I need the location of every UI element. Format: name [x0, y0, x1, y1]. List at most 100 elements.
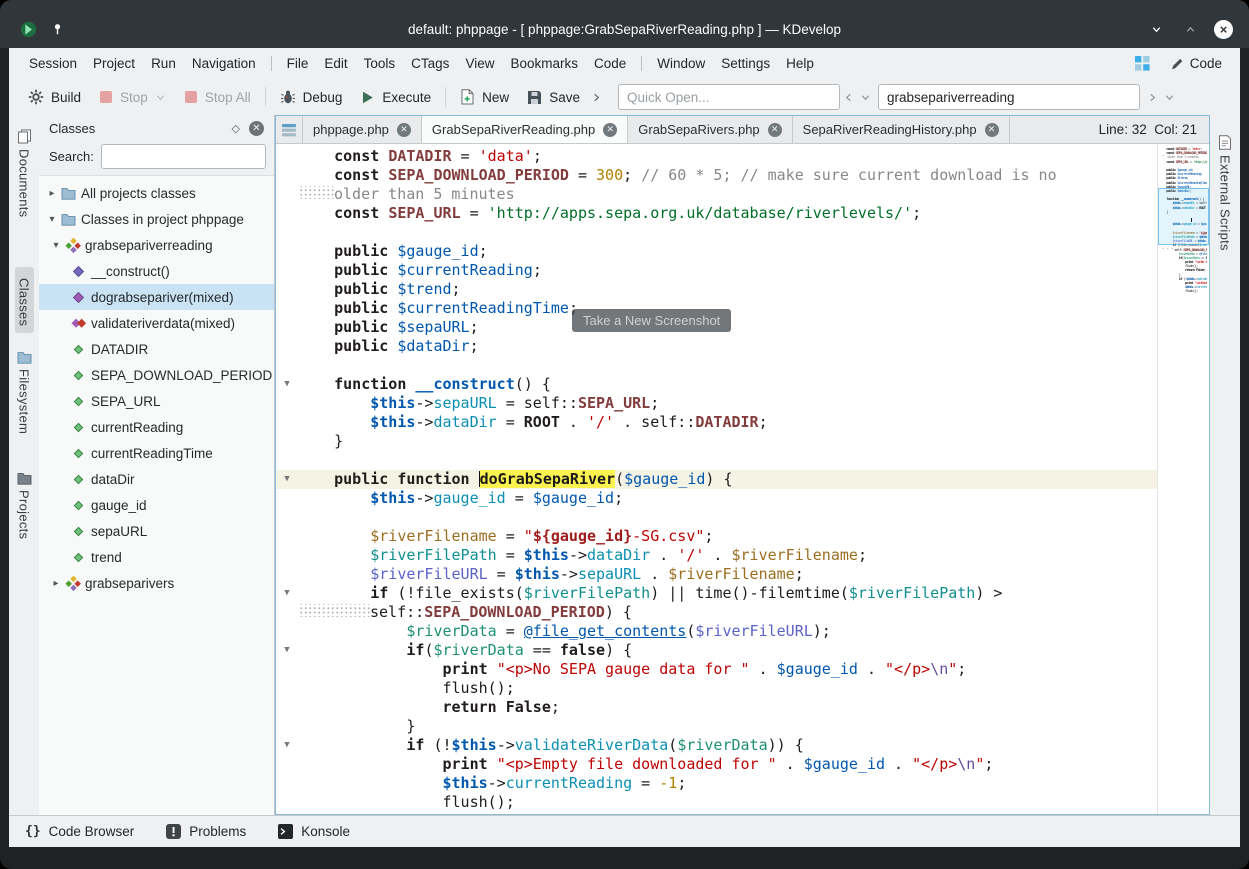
code-token: -1 — [659, 774, 677, 792]
code-token: $riverData — [677, 736, 767, 754]
code-token: } — [298, 432, 343, 450]
toolbar-search-input[interactable] — [878, 84, 1140, 110]
chevron-down-icon[interactable] — [1164, 92, 1175, 103]
minimize-button[interactable] — [1146, 19, 1166, 39]
tree-item-all-projects-classes[interactable]: ▸All projects classes — [39, 180, 274, 206]
toolview-button-code-browser[interactable]: {}Code Browser — [25, 824, 134, 839]
tree-item-dograbsepariver-mixed[interactable]: dograbsepariver(mixed) — [39, 284, 274, 310]
classes-panel: Classes ◇ ✕ Search: ▸All projects classe… — [39, 115, 275, 815]
area-grid-icon[interactable] — [1135, 56, 1150, 71]
sidebar-tab-filesystem[interactable]: Filesystem — [15, 345, 34, 440]
tab-close-icon[interactable]: ✕ — [768, 123, 782, 137]
toolview-button-problems[interactable]: Problems — [166, 824, 246, 839]
save-button[interactable]: Save — [518, 84, 589, 111]
menu-settings[interactable]: Settings — [713, 50, 778, 77]
document-list-icon[interactable] — [276, 116, 303, 143]
tree-item-grabseparivers[interactable]: ▸grabseparivers — [39, 570, 274, 596]
code-token: $currentReading — [397, 261, 532, 279]
chevron-left-icon[interactable] — [843, 92, 854, 103]
working-area-button[interactable]: Code — [1170, 56, 1222, 71]
fold-marker-icon[interactable]: ▼ — [276, 584, 298, 603]
tree-item-classes-in-project-phppage[interactable]: ▾Classes in project phppage — [39, 206, 274, 232]
documents-icon — [17, 129, 32, 144]
chevron-down-icon[interactable] — [860, 92, 871, 103]
chevron-right-icon[interactable] — [1147, 92, 1158, 103]
build-button[interactable]: Build — [19, 83, 90, 111]
menu-code[interactable]: Code — [586, 50, 634, 77]
tree-item-currentreading[interactable]: currentReading — [39, 414, 274, 440]
tree-item-datadir[interactable]: dataDir — [39, 466, 274, 492]
expand-arrow-icon[interactable]: ▸ — [49, 578, 63, 589]
menu-help[interactable]: Help — [778, 50, 822, 77]
sidebar-tab-classes[interactable]: Classes — [15, 267, 34, 332]
sidebar-tab-external-scripts[interactable]: External Scripts — [1216, 129, 1235, 257]
code-token: = — [497, 622, 524, 640]
tab-close-icon[interactable]: ✕ — [603, 123, 617, 137]
debug-button[interactable]: Debug — [271, 83, 352, 111]
expand-arrow-icon[interactable]: ▸ — [45, 188, 59, 199]
tab-grabsepariverreading-php[interactable]: GrabSepaRiverReading.php✕ — [422, 116, 628, 143]
tree-item-grabsepariverreading[interactable]: ▾grabsepariverreading — [39, 232, 274, 258]
menu-bookmarks[interactable]: Bookmarks — [502, 50, 586, 77]
fold-marker-icon[interactable]: ▼ — [276, 470, 298, 489]
tree-item-sepa-url[interactable]: SEPA_URL — [39, 388, 274, 414]
pin-icon[interactable] — [51, 22, 64, 36]
menu-run[interactable]: Run — [143, 50, 184, 77]
quick-open-input[interactable] — [618, 84, 840, 110]
menu-session[interactable]: Session — [21, 50, 85, 77]
code-token — [298, 261, 334, 279]
menu-tools[interactable]: Tools — [356, 50, 404, 77]
classes-search-input[interactable] — [101, 144, 266, 169]
fold-marker-icon[interactable]: ▼ — [276, 736, 298, 755]
tree-item-sepaurl[interactable]: sepaURL — [39, 518, 274, 544]
menu-project[interactable]: Project — [85, 50, 143, 77]
fold-marker-icon[interactable]: ▼ — [276, 641, 298, 660]
code-line-text: flush(); — [298, 793, 1157, 812]
tab-separiverreadinghistory-php[interactable]: SepaRiverReadingHistory.php✕ — [793, 116, 1010, 143]
tree-item-construct[interactable]: __construct() — [39, 258, 274, 284]
code-token — [298, 375, 334, 393]
close-panel-icon[interactable]: ✕ — [249, 121, 264, 136]
menu-window[interactable]: Window — [649, 50, 713, 77]
menu-file[interactable]: File — [279, 50, 317, 77]
code-token: " — [948, 660, 957, 678]
collapse-arrow-icon[interactable]: ▾ — [45, 214, 59, 225]
code-token: public — [334, 242, 388, 260]
maximize-button[interactable] — [1180, 19, 1200, 39]
minimap-viewport[interactable] — [1158, 188, 1209, 245]
execute-button[interactable]: Execute — [351, 84, 440, 111]
stop-all-button[interactable]: Stop All — [175, 84, 260, 111]
tree-item-sepa-download-period[interactable]: SEPA_DOWNLOAD_PERIOD — [39, 362, 274, 388]
toolview-button-konsole[interactable]: Konsole — [278, 824, 350, 839]
code-editor[interactable]: const DATADIR = 'data'; const SEPA_DOWNL… — [276, 144, 1157, 814]
code-token: // 60 * 5; // make sure current download… — [641, 166, 1056, 184]
tab-close-icon[interactable]: ✕ — [397, 123, 411, 137]
menu-navigation[interactable]: Navigation — [184, 50, 264, 77]
collapse-arrow-icon[interactable]: ▾ — [49, 240, 63, 251]
code-token: false — [560, 641, 605, 659]
tab-phppage-php[interactable]: phppage.php✕ — [303, 116, 422, 143]
fold-marker-icon[interactable]: ▼ — [276, 375, 298, 394]
menu-view[interactable]: View — [457, 50, 502, 77]
float-panel-icon[interactable]: ◇ — [232, 122, 240, 135]
tab-grabseparivers-php[interactable]: GrabSepaRivers.php✕ — [628, 116, 792, 143]
code-line: ▼ if (!$this->validateRiverData($riverDa… — [276, 736, 1157, 755]
titlebar[interactable]: default: phppage - [ phppage:GrabSepaRiv… — [0, 0, 1249, 48]
code-token: '/' — [677, 546, 704, 564]
field-green-icon — [69, 448, 88, 459]
tab-close-icon[interactable]: ✕ — [985, 123, 999, 137]
sidebar-tab-documents[interactable]: Documents — [15, 123, 34, 223]
sidebar-tab-projects[interactable]: Projects — [15, 466, 34, 545]
tree-item-datadir[interactable]: DATADIR — [39, 336, 274, 362]
new-button[interactable]: New — [451, 83, 518, 111]
menu-edit[interactable]: Edit — [316, 50, 355, 77]
close-button[interactable]: × — [1214, 20, 1233, 39]
tree-item-trend[interactable]: trend — [39, 544, 274, 570]
toolbar-overflow-icon[interactable] — [591, 92, 602, 103]
stop-button[interactable]: Stop — [90, 84, 175, 111]
tree-item-currentreadingtime[interactable]: currentReadingTime — [39, 440, 274, 466]
minimap[interactable]: const DATADIR = 'data'; const SEPA_DOWNL… — [1157, 144, 1209, 814]
tree-item-validateriverdata-mixed[interactable]: validateriverdata(mixed) — [39, 310, 274, 336]
menu-ctags[interactable]: CTags — [403, 50, 457, 77]
tree-item-gauge-id[interactable]: gauge_id — [39, 492, 274, 518]
